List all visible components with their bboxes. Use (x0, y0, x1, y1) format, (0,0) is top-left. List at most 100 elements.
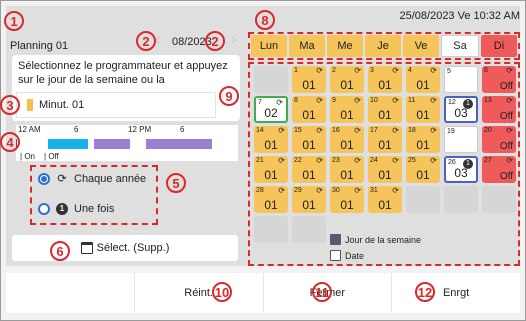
calendar-day-cell (406, 186, 440, 213)
cycle-icon: ⟳ (278, 156, 285, 165)
calendar-day-cell[interactable]: 11 ⟳ 01 (406, 96, 440, 123)
timeline-on-segment (48, 139, 88, 149)
repeat-once-option[interactable]: 1 Une fois (38, 203, 114, 215)
weekday-1[interactable]: Ma (289, 35, 325, 57)
day-value: 01 (302, 138, 316, 152)
day-number: 3 (370, 67, 374, 74)
day-value: Off (499, 81, 513, 92)
calendar-day-cell[interactable]: 23 ⟳ 01 (330, 156, 364, 183)
callout-5: 5 (166, 173, 186, 193)
day-number: 7 (258, 99, 262, 106)
day-value: 01 (378, 168, 392, 182)
calendar-day-cell[interactable]: 19 (444, 126, 478, 153)
calendar-day-cell[interactable]: 6 ⟳ Off (482, 66, 516, 93)
calendar-day-cell[interactable]: 29 ⟳ 01 (292, 186, 326, 213)
legend-on: | On (20, 152, 35, 161)
calendar-day-cell[interactable]: 14 ⟳ 01 (254, 126, 288, 153)
cycle-icon: ⟳ (316, 186, 323, 195)
calendar-day-cell[interactable]: 13 ⟳ Off (482, 96, 516, 123)
day-value: Off (499, 111, 513, 122)
program-color-swatch (27, 99, 33, 111)
cycle-icon: ⟳ (430, 96, 437, 105)
cycle-icon: ⟳ (392, 186, 399, 195)
cycle-icon: ⟳ (278, 186, 285, 195)
repeat-yearly-option[interactable]: ⟳ Chaque année (38, 173, 146, 185)
callout-4: 4 (0, 132, 20, 152)
repeat-yearly-label: Chaque année (74, 173, 147, 185)
day-number: 12 (448, 99, 456, 106)
calendar-day-cell[interactable]: 24 ⟳ 01 (368, 156, 402, 183)
weekday-6[interactable]: Di (481, 35, 517, 57)
calendar-day-cell[interactable]: 20 ⟳ Off (482, 126, 516, 153)
day-number: 1 (294, 67, 298, 74)
calendar-day-cell[interactable]: 17 ⟳ 01 (368, 126, 402, 153)
calendar-day-cell[interactable]: 3 ⟳ 01 (368, 66, 402, 93)
callout-12: 12 (415, 282, 435, 302)
calendar-day-cell[interactable]: 1 ⟳ 01 (292, 66, 326, 93)
calendar-day-cell[interactable]: 5 (444, 66, 478, 93)
day-number: 5 (447, 68, 451, 75)
weekday-0[interactable]: Lun (251, 35, 287, 57)
day-number: 23 (332, 157, 340, 164)
calendar-day-cell[interactable]: 21 ⟳ 01 (254, 156, 288, 183)
weekday-3[interactable]: Je (365, 35, 401, 57)
calendar-day-cell[interactable]: 2 ⟳ 01 (330, 66, 364, 93)
calendar-day-cell[interactable]: 8 ⟳ 01 (292, 96, 326, 123)
calendar-day-cell[interactable]: 9 ⟳ 01 (330, 96, 364, 123)
legend-weekday: Jour de la semaine (330, 234, 421, 245)
day-value: Off (499, 141, 513, 152)
page-title: Planning 01 (10, 40, 69, 52)
cycle-icon: ⟳ (354, 156, 361, 165)
trash-icon (80, 242, 93, 254)
day-number: 24 (370, 157, 378, 164)
cycle-icon: ⟳ (278, 126, 285, 135)
calendar-day-cell[interactable]: 30 ⟳ 01 (330, 186, 364, 213)
cycle-icon: ⟳ (430, 126, 437, 135)
radio-once[interactable] (38, 203, 50, 215)
callout-8: 8 (255, 10, 275, 30)
calendar-day-cell[interactable]: 16 ⟳ 01 (330, 126, 364, 153)
program-item[interactable]: Minut. 01 (16, 92, 216, 118)
day-number: 30 (332, 187, 340, 194)
select-delete-button[interactable]: Sélect. (Supp.) (12, 235, 238, 261)
calendar-day-cell[interactable]: 4 ⟳ 01 (406, 66, 440, 93)
calendar-day-cell[interactable]: 15 ⟳ 01 (292, 126, 326, 153)
callout-2: 2 (136, 31, 156, 51)
cycle-icon: ⟳ (506, 126, 513, 135)
day-value: 03 (454, 166, 468, 180)
calendar-day-cell[interactable]: 27 ⟳ Off (482, 156, 516, 183)
calendar-day-cell[interactable]: 26 1 03 (444, 156, 478, 183)
calendar-day-cell[interactable]: 10 ⟳ 01 (368, 96, 402, 123)
weekday-2[interactable]: Me (327, 35, 363, 57)
timeline: 12 AM 6 12 PM 6 | On | Off (16, 125, 238, 161)
legend-weekday-swatch (330, 234, 341, 245)
calendar-day-cell[interactable]: 18 ⟳ 01 (406, 126, 440, 153)
day-value: 01 (416, 78, 430, 92)
cycle-icon: ⟳ (392, 156, 399, 165)
program-label: Minut. 01 (39, 99, 85, 111)
callout-11: 11 (312, 282, 332, 302)
calendar-day-cell[interactable]: 31 ⟳ 01 (368, 186, 402, 213)
next-month-button[interactable]: › (231, 31, 236, 49)
radio-yearly[interactable] (38, 173, 50, 185)
save-button[interactable]: Enrgt (391, 273, 520, 313)
calendar-day-cell[interactable]: 12 1 03 (444, 96, 478, 123)
calendar-day-cell[interactable]: 7 ⟳ 02 (254, 96, 288, 123)
cycle-icon: ⟳ (392, 96, 399, 105)
calendar-day-cell[interactable]: 25 ⟳ 01 (406, 156, 440, 183)
legend-weekday-label: Jour de la semaine (345, 234, 422, 245)
weekday-5[interactable]: Sa (441, 35, 479, 57)
reset-button[interactable]: Réint. (133, 273, 263, 313)
day-value: 01 (340, 138, 354, 152)
weekday-4[interactable]: Ve (403, 35, 439, 57)
calendar-day-cell (292, 216, 326, 243)
calendar-day-cell[interactable]: 28 ⟳ 01 (254, 186, 288, 213)
day-number: 28 (256, 187, 264, 194)
once-icon: 1 (56, 203, 68, 215)
day-number: 16 (332, 127, 340, 134)
day-number: 6 (484, 67, 488, 74)
day-value: 01 (302, 108, 316, 122)
day-value: 01 (378, 78, 392, 92)
datetime: 25/08/2023 Ve 10:32 AM (399, 10, 521, 22)
calendar-day-cell[interactable]: 22 ⟳ 01 (292, 156, 326, 183)
